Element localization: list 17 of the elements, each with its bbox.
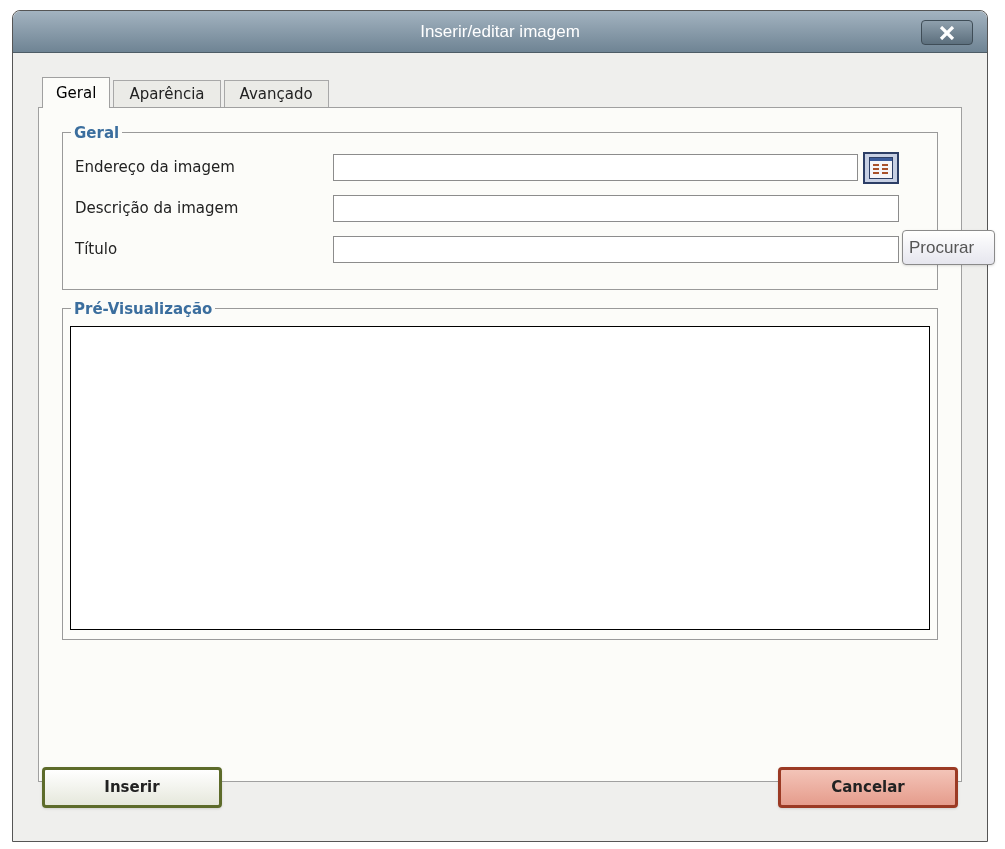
tab[interactable]: Aparência <box>113 80 221 107</box>
field-label: Descrição da imagem <box>75 198 240 220</box>
field-label: Título <box>75 239 119 261</box>
insert-button[interactable]: Inserir <box>42 767 222 808</box>
text-field[interactable] <box>333 236 899 263</box>
close-button[interactable] <box>921 20 973 45</box>
tooltip: Procurar <box>902 230 996 265</box>
close-icon <box>939 25 955 40</box>
text-field[interactable] <box>333 154 858 181</box>
field-label: Endereço da imagem <box>75 157 236 179</box>
list-window-icon <box>869 156 893 179</box>
window-title: Inserir/editar imagem <box>420 20 580 43</box>
tab[interactable]: Avançado <box>223 80 329 107</box>
cancel-button[interactable]: Cancelar <box>778 767 958 808</box>
browse-button[interactable] <box>863 151 899 184</box>
tab[interactable]: Geral <box>42 77 111 108</box>
text-field[interactable] <box>333 195 899 222</box>
